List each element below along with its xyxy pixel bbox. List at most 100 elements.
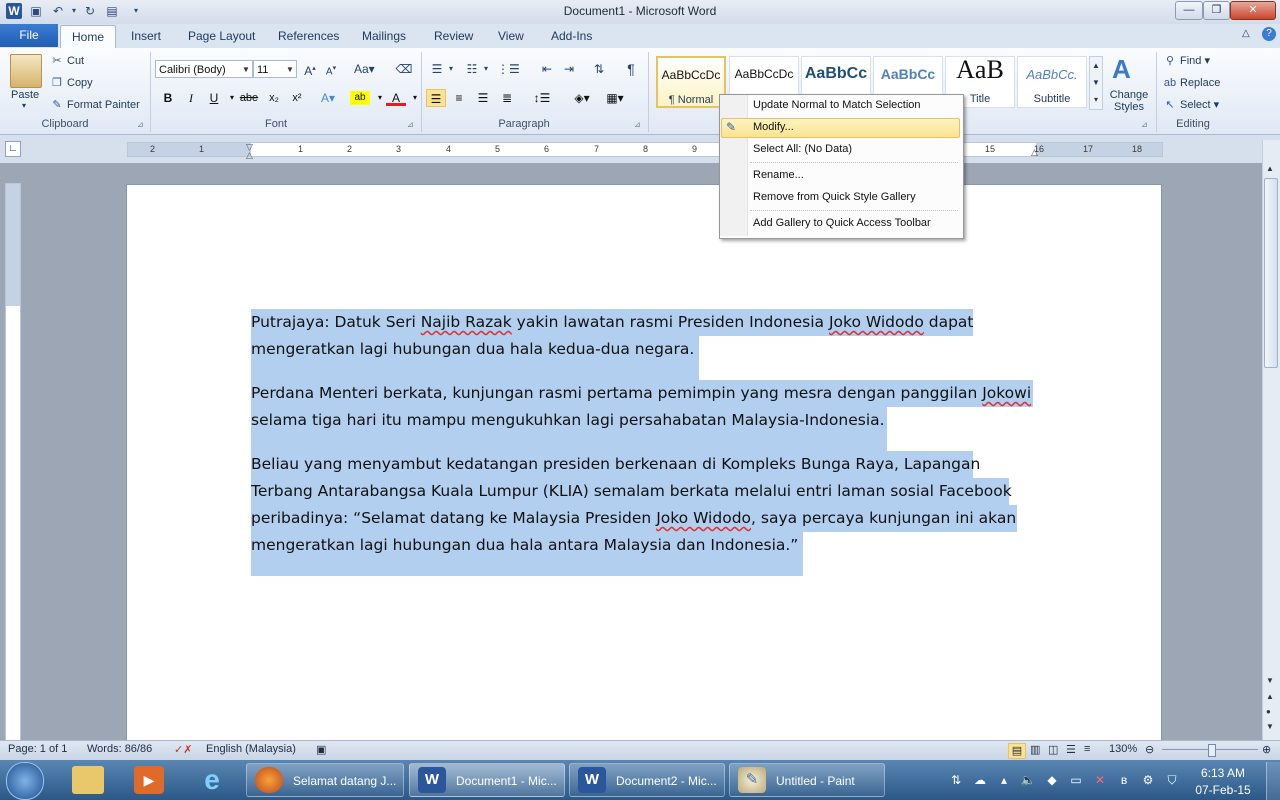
sort-icon[interactable]: ⇅ <box>589 60 609 78</box>
show-formatting-icon[interactable]: ¶ <box>621 60 641 78</box>
page-count[interactable]: Page: 1 of 1 <box>8 743 67 755</box>
paste-button[interactable]: Paste <box>11 89 39 101</box>
full-screen-reading-icon[interactable]: ▥ <box>1030 743 1040 756</box>
decrease-indent-icon[interactable]: ⇤ <box>537 60 557 78</box>
zoom-out-icon[interactable]: ⊖ <box>1145 743 1154 756</box>
close-button[interactable]: ✕ <box>1230 1 1276 20</box>
menu-update-normal[interactable]: Update Normal to Match Selection <box>753 99 921 111</box>
minimize-ribbon-icon[interactable]: △ <box>1242 28 1250 39</box>
explorer-icon[interactable] <box>72 766 104 794</box>
next-page-icon[interactable]: ▼ <box>1266 722 1274 731</box>
tab-view[interactable]: View <box>498 29 524 43</box>
macro-recording-icon[interactable]: ▣ <box>316 743 326 756</box>
taskbar-paint[interactable]: ✎ Untitled - Paint <box>729 763 885 797</box>
security-tray-icon[interactable]: ⛉ <box>1164 772 1180 788</box>
justify-icon[interactable]: ≣ <box>497 89 517 107</box>
menu-modify[interactable]: Modify... <box>753 121 794 133</box>
display-tray-icon[interactable]: ▭ <box>1068 772 1084 788</box>
select-button[interactable]: ↖ Select ▾ <box>1163 98 1219 112</box>
underline-icon[interactable]: U <box>204 89 224 107</box>
paste-dropdown-icon[interactable]: ▾ <box>22 101 26 110</box>
draft-view-icon[interactable]: ≡ <box>1084 743 1090 755</box>
doc-line-2[interactable]: mengeratkan lagi hubungan dua hala kedua… <box>251 339 694 359</box>
format-painter-button[interactable]: ✎ Format Painter <box>50 98 139 112</box>
doc-line-8[interactable]: mengeratkan lagi hubungan dua hala antar… <box>251 535 798 555</box>
action-center-icon[interactable]: ◆ <box>1044 772 1060 788</box>
highlight-icon[interactable]: ab <box>350 91 370 105</box>
menu-remove-from-gallery[interactable]: Remove from Quick Style Gallery <box>753 191 916 203</box>
taskbar-firefox[interactable]: Selamat datang J... <box>246 763 404 797</box>
show-desktop-button[interactable] <box>1266 762 1280 800</box>
chevron-down-icon[interactable]: ▼ <box>284 61 296 77</box>
style-subtitle[interactable]: AaBbCc. Subtitle <box>1017 56 1087 108</box>
bullets-icon[interactable]: ☰ <box>427 60 447 78</box>
style-normal[interactable]: AaBbCcDc ¶ Normal <box>656 56 726 108</box>
print-layout-view-icon[interactable]: ▤ <box>1008 743 1026 759</box>
web-layout-icon[interactable]: ◫ <box>1048 743 1058 756</box>
start-button[interactable] <box>6 762 44 800</box>
font-name-combo[interactable]: Calibri (Body) ▼ <box>155 60 253 78</box>
find-button[interactable]: ⚲ Find ▾ <box>1163 54 1210 68</box>
indent-marker-icon[interactable]: ▽ △ <box>246 143 253 160</box>
tab-page-layout[interactable]: Page Layout <box>188 29 255 43</box>
bullets-dropdown-icon[interactable]: ▾ <box>446 60 456 78</box>
minimize-button[interactable]: — <box>1175 1 1203 20</box>
tab-add-ins[interactable]: Add-Ins <box>551 29 592 43</box>
menu-add-gallery-to-qat[interactable]: Add Gallery to Quick Access Toolbar <box>753 217 931 229</box>
cut-button[interactable]: ✂ Cut <box>50 54 84 68</box>
tab-selector-icon[interactable]: ∟ <box>5 141 21 157</box>
doc-line-6[interactable]: Terbang Antarabangsa Kuala Lumpur (KLIA)… <box>251 481 1012 501</box>
maximize-button[interactable]: ❐ <box>1203 1 1230 20</box>
help-icon[interactable]: ? <box>1262 27 1276 41</box>
clock-time[interactable]: 6:13 AM <box>1192 766 1254 780</box>
shrink-font-icon[interactable]: A▾ <box>321 60 341 78</box>
outline-view-icon[interactable]: ☰ <box>1066 743 1076 756</box>
paste-icon[interactable] <box>10 54 42 88</box>
bluetooth-tray-icon[interactable]: ʙ <box>1116 772 1132 788</box>
multilevel-list-icon[interactable]: ⋮☰ <box>497 60 520 78</box>
horizontal-ruler[interactable]: 2 1 1 2 3 4 5 6 7 8 9 10 11 12 13 14 15 … <box>127 142 1163 160</box>
line-spacing-icon[interactable]: ↕☰ <box>532 89 552 107</box>
chevron-down-icon[interactable]: ▼ <box>240 61 252 77</box>
align-left-icon[interactable]: ☰ <box>426 89 446 107</box>
subscript-icon[interactable]: x₂ <box>264 89 284 107</box>
tab-file[interactable]: File <box>0 24 58 47</box>
tab-references[interactable]: References <box>278 29 339 43</box>
doc-line-3[interactable]: Perdana Menteri berkata, kunjungan rasmi… <box>251 383 1031 403</box>
vertical-ruler[interactable] <box>5 183 21 742</box>
network-disconnected-icon[interactable]: ✕ <box>1092 772 1108 788</box>
align-right-icon[interactable]: ☰ <box>473 89 493 107</box>
settings-tray-icon[interactable]: ⚙ <box>1140 772 1156 788</box>
text-effects-icon[interactable]: A▾ <box>318 89 338 107</box>
tab-insert[interactable]: Insert <box>131 29 161 43</box>
styles-gallery-scroll[interactable]: ▲ ▼ ▾ <box>1089 56 1103 110</box>
font-launcher-icon[interactable]: ⊿ <box>407 120 414 129</box>
paragraph-launcher-icon[interactable]: ⊿ <box>634 120 641 129</box>
numbering-dropdown-icon[interactable]: ▾ <box>481 60 491 78</box>
zoom-slider-thumb[interactable] <box>1208 744 1216 757</box>
tab-mailings[interactable]: Mailings <box>362 29 406 43</box>
font-color-icon[interactable]: A <box>386 89 406 106</box>
superscript-icon[interactable]: x² <box>287 89 307 107</box>
grow-font-icon[interactable]: A▴ <box>300 60 320 78</box>
copy-button[interactable]: ❐ Copy <box>50 76 93 90</box>
borders-icon[interactable]: ▦▾ <box>605 89 625 107</box>
media-player-icon[interactable]: ▶ <box>134 766 164 794</box>
doc-line-5[interactable]: Beliau yang menyambut kedatangan preside… <box>251 454 980 474</box>
taskbar-document1[interactable]: W Document1 - Mic... <box>409 763 565 797</box>
proofing-icon[interactable]: ✓✗ <box>174 743 192 756</box>
doc-line-7[interactable]: peribadinya: “Selamat datang ke Malaysia… <box>251 508 1016 528</box>
shading-icon[interactable]: ◈▾ <box>572 89 592 107</box>
internet-explorer-icon[interactable]: e <box>196 764 228 796</box>
change-case-icon[interactable]: Aa▾ <box>354 60 375 78</box>
clock-date[interactable]: 07-Feb-15 <box>1192 783 1254 797</box>
menu-rename[interactable]: Rename... <box>753 169 804 181</box>
doc-line-4[interactable]: selama tiga hari itu mampu mengukuhkan l… <box>251 410 885 430</box>
styles-launcher-icon[interactable]: ⊿ <box>1141 120 1148 129</box>
right-indent-marker-icon[interactable]: △ <box>1031 147 1038 158</box>
doc-line-1[interactable]: Putrajaya: Datuk Seri Najib Razak yakin … <box>251 312 974 332</box>
scroll-thumb[interactable] <box>1264 178 1278 368</box>
network-tray-icon[interactable]: ⇅ <box>948 772 964 788</box>
italic-icon[interactable]: I <box>181 89 201 107</box>
taskbar-document2[interactable]: W Document2 - Mic... <box>569 763 725 797</box>
